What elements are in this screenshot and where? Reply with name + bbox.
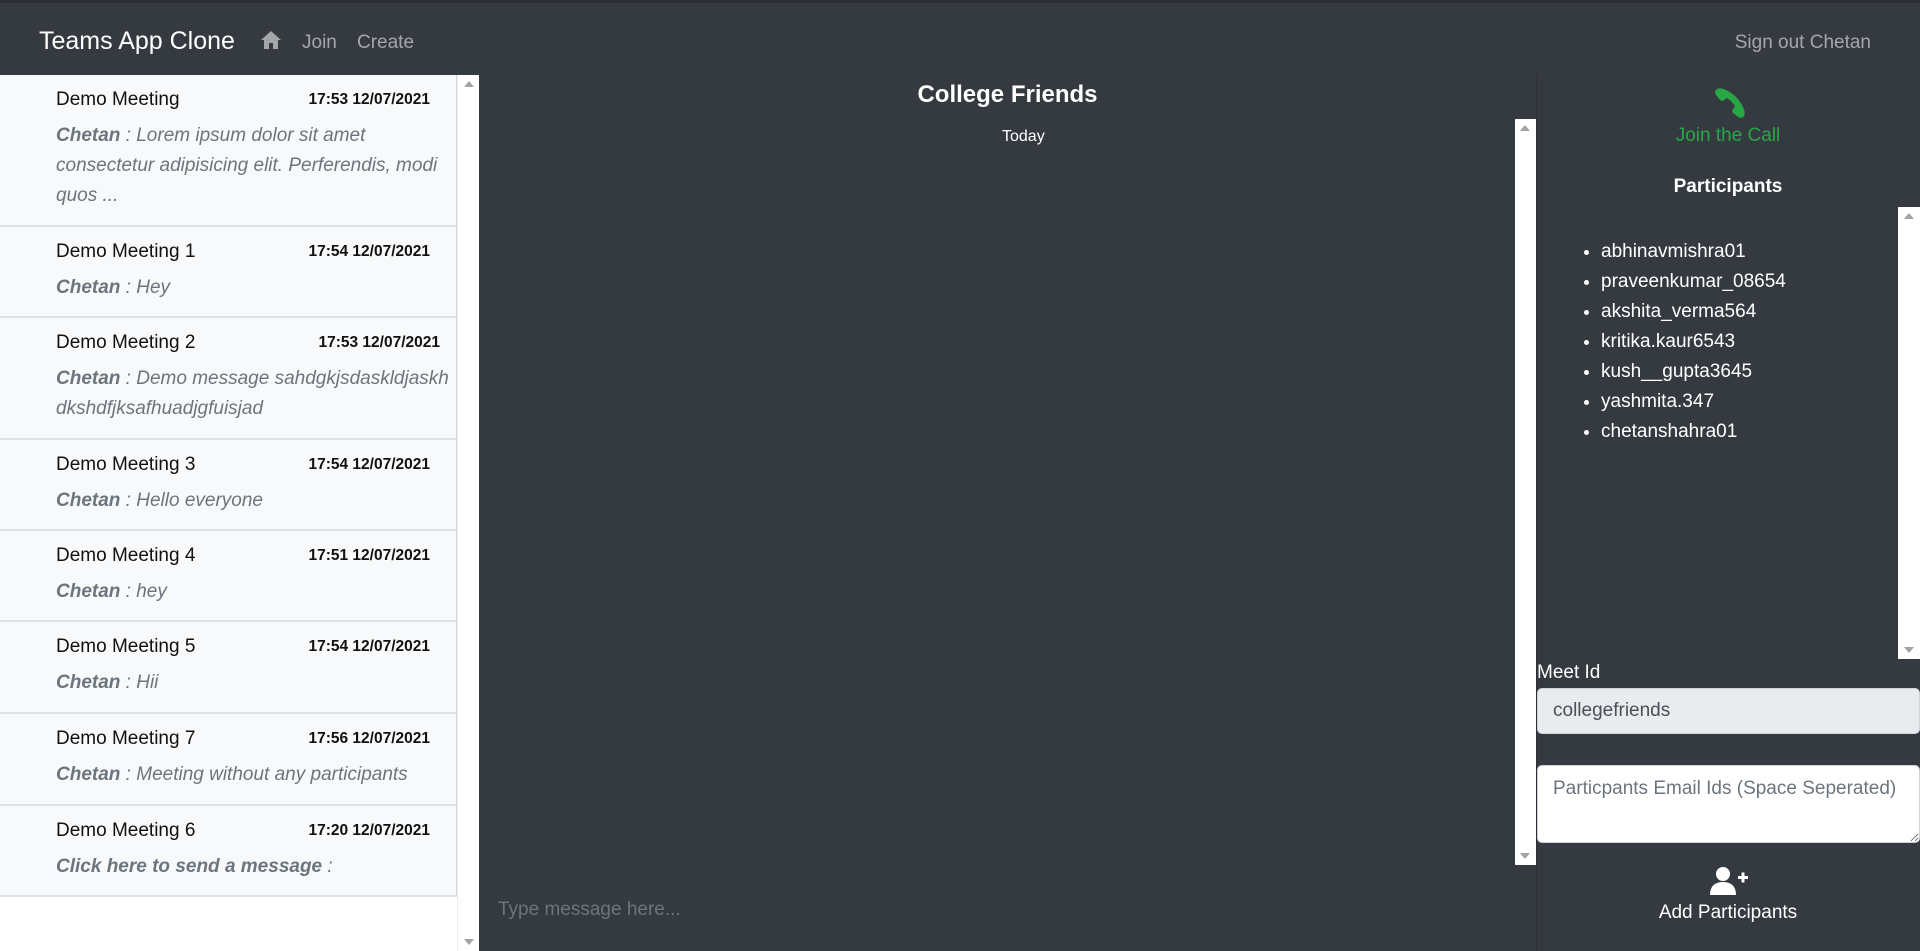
participants-box: abhinavmishra01 praveenkumar_08654 akshi… xyxy=(1536,207,1920,659)
participants-heading: Participants xyxy=(1673,176,1783,197)
message-input[interactable] xyxy=(479,890,1279,930)
add-participants-button[interactable]: Add Participants xyxy=(1536,902,1920,924)
chat-item-sender: Chetan xyxy=(56,277,121,298)
chat-item-preview: Chetan : Lorem ipsum dolor sit amet cons… xyxy=(56,121,444,211)
chat-item-message: : Hey xyxy=(120,277,171,298)
chat-item[interactable]: Demo Meeting 6 17:20 12/07/2021 Click he… xyxy=(0,806,457,897)
chat-item-preview: Chetan : hey xyxy=(56,577,444,607)
scroll-up-arrow-icon[interactable] xyxy=(1904,213,1914,219)
participants-scrollbar[interactable] xyxy=(1898,207,1920,659)
signout-link[interactable]: Sign out Chetan xyxy=(1735,32,1871,54)
chat-item-time: 17:53 12/07/2021 xyxy=(318,334,440,351)
chat-item-preview: Click here to send a message : xyxy=(56,852,444,882)
chat-item-title: Demo Meeting 7 xyxy=(56,728,196,749)
day-separator: Today xyxy=(1002,128,1045,145)
scroll-down-arrow-icon[interactable] xyxy=(1520,853,1530,859)
scroll-down-arrow-icon[interactable] xyxy=(464,939,474,945)
chat-list-scroll-area: Demo Meeting 17:53 12/07/2021 Chetan : L… xyxy=(0,75,457,951)
conversation-title: College Friends xyxy=(917,81,1098,108)
scroll-down-arrow-icon[interactable] xyxy=(1904,647,1914,653)
chat-item[interactable]: Demo Meeting 17:53 12/07/2021 Chetan : L… xyxy=(0,75,457,227)
chat-item-sender: Chetan xyxy=(56,368,121,389)
chat-item-preview: Chetan : Hii xyxy=(56,668,444,698)
chat-item[interactable]: Demo Meeting 1 17:54 12/07/2021 Chetan :… xyxy=(0,227,457,318)
chat-item-preview: Chetan : Demo message sahdgkjsdaskldjask… xyxy=(56,364,456,424)
chat-item-sender: Chetan xyxy=(56,672,121,693)
chat-item-title: Demo Meeting 6 xyxy=(56,820,196,841)
chat-item-preview: Chetan : Hey xyxy=(56,273,444,303)
chat-item[interactable]: Demo Meeting 5 17:54 12/07/2021 Chetan :… xyxy=(0,622,457,714)
chat-item-sender: Chetan xyxy=(56,581,121,602)
chat-item-time: 17:54 12/07/2021 xyxy=(308,243,430,260)
phone-icon[interactable] xyxy=(1714,87,1746,119)
brand-link[interactable]: Teams App Clone xyxy=(39,27,235,56)
participant-item: kritika.kaur6543 xyxy=(1601,327,1786,357)
scroll-up-arrow-icon[interactable] xyxy=(464,81,474,87)
chat-item[interactable]: Demo Meeting 3 17:54 12/07/2021 Chetan :… xyxy=(0,440,457,531)
chat-item-title: Demo Meeting 2 xyxy=(56,332,196,353)
chat-item-message: : Hii xyxy=(120,672,159,693)
scroll-up-arrow-icon[interactable] xyxy=(1520,125,1530,131)
messages-scrollbar[interactable] xyxy=(1515,119,1536,865)
meet-id-label: Meet Id xyxy=(1537,662,1601,683)
chat-item-sender: Chetan xyxy=(56,125,121,146)
participant-item: yashmita.347 xyxy=(1601,387,1786,417)
participant-item: praveenkumar_08654 xyxy=(1601,267,1786,297)
chat-list-scrollbar[interactable] xyxy=(457,75,479,951)
nav-create-link[interactable]: Create xyxy=(357,32,414,54)
chat-item-message: : xyxy=(322,856,333,877)
join-call-link[interactable]: Join the Call xyxy=(1536,125,1920,147)
chat-item-time: 17:53 12/07/2021 xyxy=(308,91,430,108)
navbar: Teams App Clone Join Create Sign out Che… xyxy=(0,0,1920,75)
chat-item-time: 17:20 12/07/2021 xyxy=(308,822,430,839)
chat-item-time: 17:51 12/07/2021 xyxy=(308,547,430,564)
chat-item[interactable]: Demo Meeting 2 17:53 12/07/2021 Chetan :… xyxy=(0,318,457,440)
chat-item-time: 17:54 12/07/2021 xyxy=(308,456,430,473)
chat-item[interactable]: Demo Meeting 4 17:51 12/07/2021 Chetan :… xyxy=(0,531,457,622)
chat-item-time: 17:56 12/07/2021 xyxy=(308,730,430,747)
chat-item-message: : Hello everyone xyxy=(120,490,263,511)
chat-item-sender: Chetan xyxy=(56,490,121,511)
meet-id-field[interactable] xyxy=(1537,688,1920,734)
participant-item: abhinavmishra01 xyxy=(1601,237,1786,267)
participant-emails-field[interactable] xyxy=(1537,765,1920,843)
chat-item-message: : Meeting without any participants xyxy=(120,764,408,785)
participant-item: kush__gupta3645 xyxy=(1601,357,1786,387)
chat-item-preview: Chetan : Meeting without any participant… xyxy=(56,760,444,790)
participant-item: akshita_verma564 xyxy=(1601,297,1786,327)
chat-item-title: Demo Meeting 3 xyxy=(56,454,196,475)
chat-item-sender: Click here to send a message xyxy=(56,856,323,877)
chat-item-title: Demo Meeting 4 xyxy=(56,545,196,566)
chat-item-message: : hey xyxy=(120,581,167,602)
home-icon[interactable] xyxy=(260,30,282,50)
participant-item: chetanshahra01 xyxy=(1601,417,1786,447)
chat-item-title: Demo Meeting xyxy=(56,89,180,110)
chat-list: Demo Meeting 17:53 12/07/2021 Chetan : L… xyxy=(0,75,479,951)
chat-item-sender: Chetan xyxy=(56,764,121,785)
chat-item[interactable]: Demo Meeting 7 17:56 12/07/2021 Chetan :… xyxy=(0,714,457,806)
nav-join-link[interactable]: Join xyxy=(302,32,337,54)
user-plus-icon[interactable] xyxy=(1709,866,1749,896)
participants-list: abhinavmishra01 praveenkumar_08654 akshi… xyxy=(1601,237,1786,447)
chat-item-title: Demo Meeting 1 xyxy=(56,241,196,262)
chat-item-time: 17:54 12/07/2021 xyxy=(308,638,430,655)
chat-item-preview: Chetan : Hello everyone xyxy=(56,486,444,516)
chat-item-title: Demo Meeting 5 xyxy=(56,636,196,657)
